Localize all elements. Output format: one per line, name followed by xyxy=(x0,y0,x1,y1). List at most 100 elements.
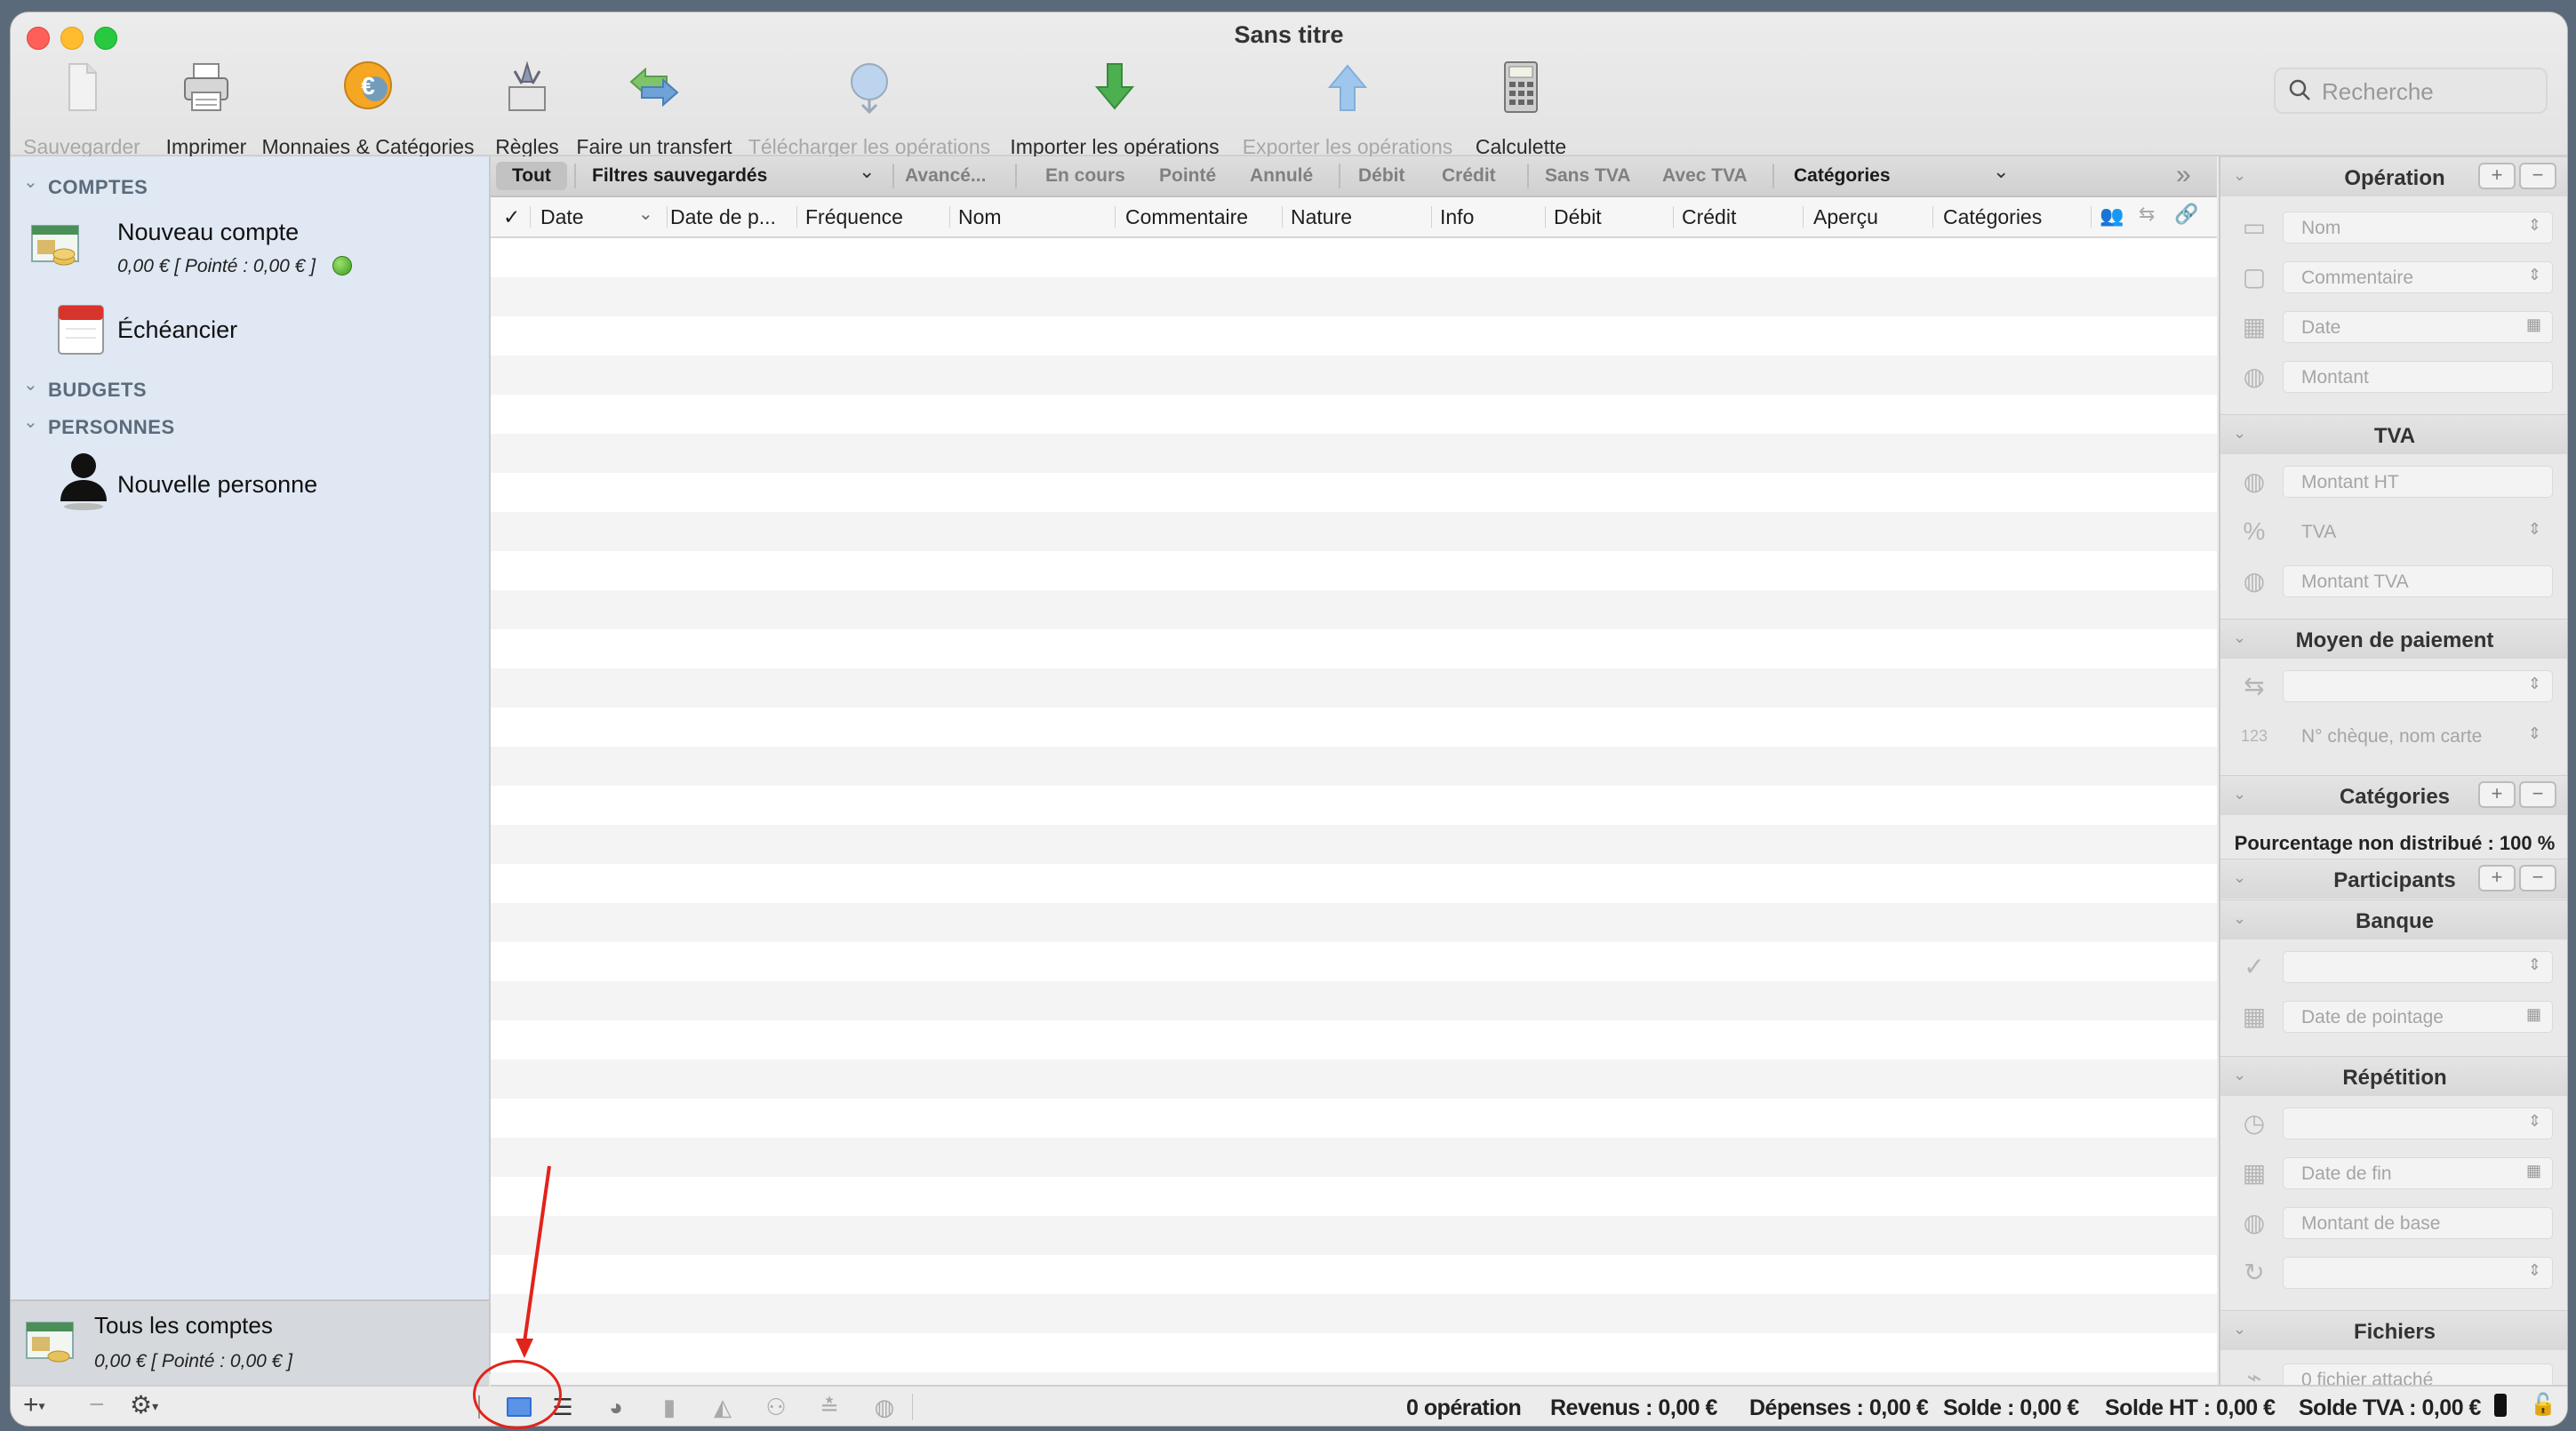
calculator-button[interactable]: Calculette xyxy=(1463,59,1579,158)
people-chart-icon[interactable]: ⚇ xyxy=(763,1394,789,1420)
percent-icon: % xyxy=(2243,517,2266,545)
filter-annule[interactable]: Annulé xyxy=(1250,156,1313,196)
col-debit[interactable]: Débit xyxy=(1554,197,1602,236)
section-payment[interactable]: ⌄ Moyen de paiement xyxy=(2220,619,2567,659)
section-categories[interactable]: ⌄ Catégories + − xyxy=(2220,775,2567,815)
tva-select[interactable]: TVA ⇕ xyxy=(2283,516,2553,548)
montant-ht-field[interactable]: Montant HT xyxy=(2283,466,2553,498)
filter-tout-label: Tout xyxy=(512,165,551,186)
section-operation[interactable]: ⌄ Opération + − xyxy=(2220,156,2567,196)
filter-credit[interactable]: Crédit xyxy=(1442,156,1496,196)
download-operations-button[interactable]: Télécharger les opérations xyxy=(743,59,996,158)
col-apercu[interactable]: Aperçu xyxy=(1813,197,1878,236)
more-chevron-icon[interactable]: » xyxy=(2176,160,2191,190)
add-participant-button[interactable]: + xyxy=(2478,865,2516,891)
phone-icon[interactable] xyxy=(2494,1394,2507,1417)
montant-base-field[interactable]: Montant de base xyxy=(2283,1207,2553,1239)
lock-icon[interactable]: 🔓 xyxy=(2530,1392,2556,1418)
section-repetition[interactable]: ⌄ Répétition xyxy=(2220,1056,2567,1096)
search-field[interactable]: Recherche xyxy=(2274,68,2548,114)
remove-participant-button[interactable]: − xyxy=(2519,865,2556,891)
section-comptes[interactable]: COMPTES xyxy=(48,176,148,199)
filter-en-cours[interactable]: En cours xyxy=(1045,156,1125,196)
section-personnes[interactable]: PERSONNES xyxy=(48,416,175,439)
people-icon[interactable]: 👥 xyxy=(2100,204,2124,228)
rules-button[interactable]: Règles xyxy=(478,59,576,158)
section-fichiers[interactable]: ⌄ Fichiers xyxy=(2220,1310,2567,1350)
checkmark-icon: ✓ xyxy=(2244,953,2265,980)
globe-icon[interactable]: ◍ xyxy=(871,1394,898,1420)
chevron-down-icon[interactable]: ⌄ xyxy=(23,373,38,396)
date-fin-field[interactable]: Date de fin ▦ xyxy=(2283,1157,2553,1189)
date-picker-icon[interactable]: ▦ xyxy=(2526,316,2541,334)
repetition-select[interactable]: ⇕ xyxy=(2283,1107,2553,1139)
all-accounts-item[interactable]: Tous les comptes 0,00 € [ Pointé : 0,00 … xyxy=(11,1299,489,1387)
printer-icon xyxy=(184,63,228,111)
stepper-icon: ⇕ xyxy=(2527,724,2541,742)
transfer-button[interactable]: Faire un transfert xyxy=(567,59,741,158)
col-check[interactable]: ✓ xyxy=(503,197,520,236)
saved-filters-dropdown[interactable]: Filtres sauvegardés xyxy=(592,156,767,196)
chevron-down-icon[interactable]: ⌄ xyxy=(23,411,38,433)
bank-status-select[interactable]: ⇕ xyxy=(2283,951,2553,983)
col-info[interactable]: Info xyxy=(1440,197,1474,236)
col-frequence[interactable]: Fréquence xyxy=(805,197,903,236)
add-category-button[interactable]: + xyxy=(2478,781,2516,808)
pie-chart-icon[interactable]: ◕ xyxy=(603,1394,629,1420)
remove-category-button[interactable]: − xyxy=(2519,781,2556,808)
filter-sans-tva[interactable]: Sans TVA xyxy=(1545,156,1630,196)
repetition-mode-select[interactable]: ⇕ xyxy=(2283,1257,2553,1289)
commentaire-field[interactable]: Commentaire ⇕ xyxy=(2283,261,2553,293)
col-categories[interactable]: Catégories xyxy=(1943,197,2042,236)
section-participants[interactable]: ⌄ Participants + − xyxy=(2220,859,2567,899)
transfer-icon[interactable]: ⇆ xyxy=(2139,203,2155,226)
amount-icon: ◍ xyxy=(2243,363,2266,390)
account-item[interactable]: Nouveau compte 0,00 € [ Pointé : 0,00 € … xyxy=(28,210,473,281)
filter-avec-tva[interactable]: Avec TVA xyxy=(1662,156,1748,196)
filter-debit[interactable]: Débit xyxy=(1358,156,1405,196)
area-chart-icon[interactable]: ◭ xyxy=(709,1394,736,1420)
section-budgets[interactable]: BUDGETS xyxy=(48,379,147,402)
currencies-categories-button[interactable]: € Monnaies & Catégories xyxy=(261,59,475,158)
bar-chart-icon[interactable]: ▮ xyxy=(656,1394,683,1420)
payment-method-select[interactable]: ⇕ xyxy=(2283,670,2553,702)
operations-table[interactable] xyxy=(491,238,2217,1385)
remove-button[interactable]: − xyxy=(2519,163,2556,189)
gear-icon[interactable]: ⚙▾ xyxy=(130,1390,158,1419)
print-button[interactable]: Imprimer xyxy=(153,59,260,158)
montant-tva-field[interactable]: Montant TVA xyxy=(2283,565,2553,597)
echeancier-item[interactable]: Échéancier xyxy=(28,299,473,370)
section-tva[interactable]: ⌄ TVA xyxy=(2220,414,2567,454)
date-picker-icon[interactable]: ▦ xyxy=(2526,1005,2541,1024)
col-date[interactable]: Date xyxy=(540,197,584,236)
date-field[interactable]: Date ▦ xyxy=(2283,311,2553,343)
remove-icon[interactable]: − xyxy=(89,1390,105,1420)
status-bar: ☰ ◕ ▮ ◭ ⚇ ≛ ◍ 0 opération Revenus : 0,00… xyxy=(478,1385,2567,1426)
col-nom[interactable]: Nom xyxy=(958,197,1002,236)
col-credit[interactable]: Crédit xyxy=(1682,197,1736,236)
chevron-down-icon[interactable]: ⌄ xyxy=(23,171,38,193)
categories-dropdown[interactable]: Catégories xyxy=(1794,156,1891,196)
filter-pointe[interactable]: Pointé xyxy=(1159,156,1216,196)
table-stripes xyxy=(491,238,2217,1385)
filter-advanced[interactable]: Avancé... xyxy=(905,156,986,196)
date-pointage-field[interactable]: Date de pointage ▦ xyxy=(2283,1001,2553,1033)
col-nature[interactable]: Nature xyxy=(1291,197,1352,236)
calendar-icon xyxy=(58,305,104,355)
export-operations-button[interactable]: Exporter les opérations xyxy=(1230,59,1465,158)
col-date-pointage[interactable]: Date de p... xyxy=(670,197,776,236)
add-button[interactable]: + xyxy=(2478,163,2516,189)
cheque-field[interactable]: N° chèque, nom carte ⇕ xyxy=(2283,720,2553,752)
budget-icon[interactable]: ≛ xyxy=(816,1394,843,1420)
col-commentaire[interactable]: Commentaire xyxy=(1125,197,1248,236)
person-item[interactable]: Nouvelle personne xyxy=(28,450,473,521)
section-banque[interactable]: ⌄ Banque xyxy=(2220,899,2567,939)
montant-field[interactable]: Montant xyxy=(2283,361,2553,393)
date-picker-icon[interactable]: ▦ xyxy=(2526,1162,2541,1180)
attachment-icon[interactable]: 🔗 xyxy=(2174,203,2198,226)
add-icon[interactable]: +▾ xyxy=(23,1390,45,1420)
save-button[interactable]: Sauvegarder xyxy=(20,59,144,158)
nom-field[interactable]: Nom ⇕ xyxy=(2283,212,2553,244)
status-divider xyxy=(912,1394,913,1420)
import-operations-button[interactable]: Importer les opérations xyxy=(997,59,1232,158)
